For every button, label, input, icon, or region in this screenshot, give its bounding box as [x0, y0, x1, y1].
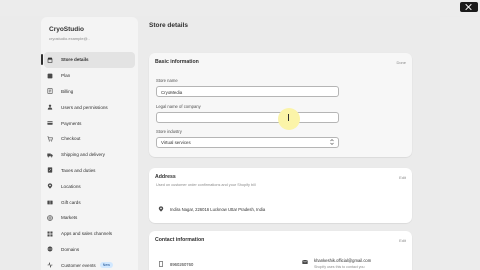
basic-done-link[interactable]: Done — [396, 60, 406, 65]
phone-icon — [158, 261, 164, 267]
email-icon — [302, 259, 308, 265]
location-pin-icon — [158, 206, 164, 212]
sidebar-item-label: Gift cards — [61, 199, 81, 205]
sidebar-item-apps-and-sales-channels[interactable]: Apps and sales channels — [41, 226, 138, 242]
basic-information-card: Basic information Done Store name CryoMe… — [149, 53, 412, 157]
legal-name-label: Legal name of company — [156, 104, 201, 109]
store-industry-value: Virtual services — [161, 140, 191, 145]
domains-icon — [47, 246, 53, 252]
contact-email-row: khankeshik.official@gmail.com Shopify us… — [302, 258, 371, 270]
sidebar-item-label: Plan — [61, 73, 71, 79]
basic-information-title: Basic information — [155, 59, 199, 65]
sidebar-item-shipping-and-delivery[interactable]: Shipping and delivery — [41, 147, 138, 163]
store-email: cryostudio.example@.. — [49, 36, 90, 41]
close-icon[interactable] — [460, 2, 478, 12]
sidebar-item-label: Billing — [61, 88, 74, 94]
sidebar-item-users-and-permissions[interactable]: Users and permissions — [41, 99, 138, 115]
billing-icon — [47, 88, 53, 95]
contact-phone-row: 8960260760 — [158, 261, 193, 267]
contact-phone: 8960260760 — [170, 261, 194, 267]
sidebar-item-payments[interactable]: Payments — [41, 115, 138, 131]
sidebar-item-label: Users and permissions — [61, 104, 108, 110]
contact-edit-link[interactable]: Edit — [399, 238, 406, 243]
right-panel — [440, 17, 480, 270]
sidebar-item-markets[interactable]: Markets — [41, 210, 138, 226]
sidebar-item-locations[interactable]: Locations — [41, 178, 138, 194]
sidebar-item-taxes-and-duties[interactable]: Taxes and duties — [41, 163, 138, 179]
store-name-input[interactable]: CryoMedia — [156, 86, 339, 97]
contact-email-note: Shopify uses this to contact you — [314, 265, 365, 269]
apps-icon — [47, 231, 53, 237]
store-industry-label: Store industry — [156, 129, 182, 134]
store-icon — [47, 57, 53, 63]
new-badge: New — [99, 262, 113, 269]
sidebar-item-label: Markets — [61, 215, 78, 221]
sidebar-item-customer-events[interactable]: Customer events New — [41, 257, 138, 270]
customer-events-icon — [47, 262, 53, 269]
location-icon — [47, 183, 53, 189]
users-icon — [47, 104, 53, 110]
legal-name-input[interactable] — [156, 112, 339, 123]
address-card: Address Edit Used on customer order conf… — [149, 168, 412, 223]
address-title: Address — [155, 174, 176, 180]
sidebar-item-label: Apps and sales channels — [61, 231, 113, 237]
sidebar-item-store-details[interactable]: Store details — [41, 52, 135, 68]
gift-card-icon — [47, 199, 53, 205]
sidebar-item-label: Customer events — [61, 262, 96, 268]
plan-icon — [47, 73, 53, 79]
cursor-highlight — [278, 108, 300, 130]
sidebar-item-gift-cards[interactable]: Gift cards — [41, 194, 138, 210]
markets-icon — [47, 215, 53, 221]
store-industry-select[interactable]: Virtual services — [156, 137, 339, 148]
sidebar-item-plan[interactable]: Plan — [41, 68, 138, 84]
sidebar-item-label: Shipping and delivery — [61, 152, 105, 158]
text-cursor-icon — [288, 114, 289, 121]
sidebar-item-label: Taxes and duties — [61, 167, 96, 173]
address-row: Indira Nagar, 226016 Lucknow Uttar Prade… — [158, 206, 265, 212]
sidebar-item-domains[interactable]: Domains — [41, 242, 138, 258]
sidebar-item-checkout[interactable]: Checkout — [41, 131, 138, 147]
address-edit-link[interactable]: Edit — [399, 175, 406, 180]
sidebar-item-label: Payments — [61, 120, 82, 126]
taxes-icon — [47, 167, 53, 174]
shipping-icon — [47, 152, 53, 158]
address-value: Indira Nagar, 226016 Lucknow Uttar Prade… — [170, 206, 266, 212]
chevron-updown-icon — [330, 139, 334, 146]
checkout-icon — [47, 136, 53, 142]
settings-sidebar: CryoStudio cryostudio.example@.. Store d… — [41, 17, 138, 270]
sidebar-item-label: Domains — [61, 246, 80, 252]
sidebar-item-label: Locations — [61, 183, 81, 189]
payments-icon — [47, 120, 53, 126]
store-name: CryoStudio — [49, 26, 85, 33]
settings-nav: Store details Plan Billing Users and permis… — [41, 52, 138, 270]
sidebar-item-billing[interactable]: Billing — [41, 84, 138, 100]
sidebar-item-label: Checkout — [61, 136, 81, 142]
page-title: Store details — [149, 22, 189, 29]
contact-information-title: Contact information — [155, 237, 205, 243]
sidebar-item-label: Store details — [61, 57, 89, 63]
address-description: Used on customer order confirmations and… — [156, 183, 256, 187]
top-bar — [0, 0, 480, 16]
store-name-label: Store name — [156, 78, 178, 83]
